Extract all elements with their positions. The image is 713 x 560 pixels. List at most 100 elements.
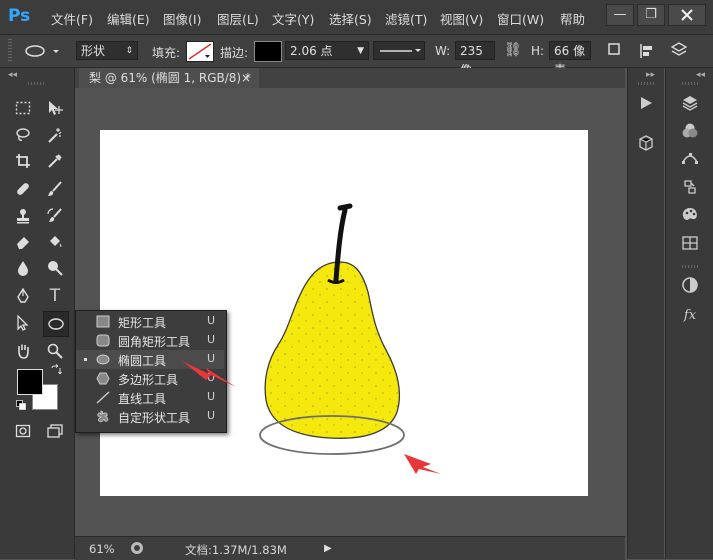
polygon-icon [96,372,110,385]
shape-mode-select[interactable]: 形状 ⇕ [76,41,138,60]
stroke-width-field[interactable]: 2.06 点 ▼ [285,41,369,60]
menu-edit[interactable]: 编辑(E) [107,9,150,28]
zoom-tool[interactable] [43,339,67,363]
crop-icon [16,154,30,168]
expand-panels-icon[interactable]: ▸▸ [646,70,655,80]
right-dock-grip[interactable] [682,82,700,85]
magic-wand-tool[interactable] [43,123,67,147]
lasso-tool[interactable] [11,123,35,147]
options-grip[interactable] [8,39,12,61]
panel-dock-left: ▸▸ [627,68,664,559]
flyout-rounded-rectangle-tool[interactable]: 圆角矩形工具 U [76,331,224,350]
palette-icon [682,208,697,220]
paths-panel-button[interactable] [678,148,702,170]
updown-icon: ⇕ [125,46,133,56]
menu-help[interactable]: 帮助 [560,9,585,28]
solid-line-icon [380,49,421,52]
stroke-label: 描边: [220,46,249,60]
panel-dock-grip[interactable] [638,82,654,85]
menu-layer[interactable]: 图层(L) [217,9,259,28]
fill-swatch[interactable] [186,41,214,62]
adjustments-panel-button[interactable] [678,274,702,296]
paint-bucket-icon [50,236,62,247]
menu-window[interactable]: 窗口(W) [497,9,544,28]
width-field[interactable]: 235 像 [455,41,495,77]
close-window-button[interactable] [668,4,706,26]
custom-shape-icon [96,410,110,423]
move-tool[interactable] [43,96,67,120]
blur-tool[interactable] [11,256,35,280]
clone-stamp-tool[interactable] [11,204,35,228]
minimize-button[interactable]: — [606,4,634,26]
layers-panel-button[interactable] [678,92,702,114]
path-selection-tool[interactable] [11,311,35,335]
crop-tool[interactable] [11,149,35,173]
default-colors-icon[interactable] [16,399,26,410]
menu-file[interactable]: 文件(F) [51,9,93,28]
flyout-custom-shape-tool[interactable]: 自定形状工具 U [76,407,224,426]
history-panel-button[interactable] [678,176,702,198]
close-icon [681,9,693,21]
pen-tool[interactable] [11,284,35,308]
path-arrangement-icon[interactable] [670,41,688,59]
paths-icon [682,153,698,164]
brush-tool[interactable] [43,177,67,201]
eraser-tool[interactable] [11,230,35,254]
link-icon[interactable]: ⛓ [504,42,522,58]
stroke-swatch[interactable] [254,41,282,62]
hand-tool[interactable] [11,339,35,363]
actions-panel-button[interactable] [634,92,658,114]
quick-mask-button[interactable] [11,419,35,443]
3d-panel-button[interactable] [634,132,658,154]
history-brush-tool[interactable] [43,204,67,228]
flyout-ellipse-tool[interactable]: 椭圆工具 U [76,350,224,369]
marquee-tool[interactable] [11,96,35,120]
flyout-polygon-tool[interactable]: 多边形工具 U [76,369,224,388]
document-tab-bar: 梨 @ 61% (椭圆 1, RGB/8) * × [75,68,625,88]
stroke-type-select[interactable] [373,41,425,60]
status-indicator-icon[interactable] [130,541,144,555]
paint-bucket-tool[interactable] [43,230,67,254]
close-tab-icon[interactable]: × [241,68,251,88]
restore-button[interactable]: ❐ [637,4,665,26]
channels-panel-button[interactable] [678,120,702,142]
no-fill-icon [188,43,212,60]
right-dock-grip-2[interactable] [682,265,700,268]
menu-select[interactable]: 选择(S) [329,9,372,28]
foreground-color-swatch[interactable] [17,369,43,395]
swap-colors-icon[interactable] [50,364,62,376]
menu-view[interactable]: 视图(V) [440,9,483,28]
menu-type[interactable]: 文字(Y) [272,9,314,28]
type-tool[interactable]: T [43,284,67,308]
flyout-rectangle-tool[interactable]: 矩形工具 U [76,312,224,331]
chevron-down-icon: ▼ [357,46,364,56]
dodge-tool[interactable] [43,256,67,280]
document-tab[interactable]: 梨 @ 61% (椭圆 1, RGB/8) * × [79,68,259,88]
collapse-panel-icon[interactable]: ◂◂ [8,70,17,80]
zoom-level[interactable]: 61% [89,542,115,556]
swatches-panel-button[interactable] [678,204,702,226]
menu-filter[interactable]: 滤镜(T) [385,9,427,28]
grid-panel-button[interactable] [678,232,702,254]
ellipse-tool[interactable] [43,311,69,337]
menu-image[interactable]: 图像(I) [163,9,201,28]
path-operations-icon[interactable] [608,43,622,57]
layers-icon [682,96,698,111]
status-menu-arrow-icon[interactable]: ▶ [324,543,332,554]
path-alignment-icon[interactable] [639,43,655,59]
healing-brush-tool[interactable] [11,177,35,201]
shape-mode-value: 形状 [81,44,106,58]
eyedropper-tool[interactable] [43,149,67,173]
height-field[interactable]: 66 像素 [549,41,591,77]
screen-mode-button[interactable] [43,419,67,443]
collapse-right-panels-icon[interactable]: ◂◂ [696,70,705,80]
grid-icon [682,236,698,250]
flyout-line-tool[interactable]: 直线工具 U [76,388,224,407]
history-icon [684,180,696,194]
height-label: H: [531,44,545,58]
tools-grip[interactable] [28,82,46,85]
ellipse-tool-icon [48,318,64,330]
styles-panel-button[interactable]: fx [678,304,702,326]
width-label: W: [435,44,451,58]
tool-preset-picker[interactable] [22,42,62,60]
